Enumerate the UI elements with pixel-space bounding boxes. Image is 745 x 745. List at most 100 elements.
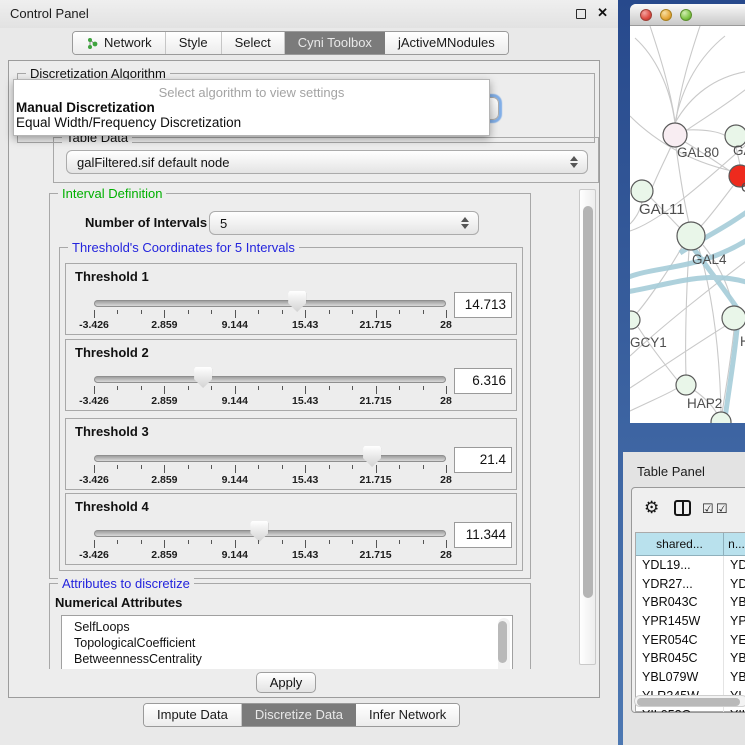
minimize-traffic-light-icon[interactable] (660, 9, 672, 21)
float-window-icon[interactable] (576, 9, 586, 19)
checkbox-icon[interactable]: ☑ (716, 501, 727, 517)
tick-label: 28 (440, 319, 452, 331)
tick-mark (446, 386, 447, 394)
split-columns-icon[interactable] (674, 500, 691, 516)
column-header[interactable]: n... (724, 533, 745, 555)
tick-mark (258, 465, 259, 469)
table-horizontal-scrollbar[interactable] (634, 695, 745, 707)
tick-mark (352, 540, 353, 544)
table-data-group: Table Data galFiltered.sif default node (53, 137, 599, 183)
tab-infer-network[interactable]: Infer Network (356, 704, 459, 726)
network-node[interactable] (631, 180, 653, 202)
screen: Control Panel ✕ NetworkStyle Select Cyni T… (0, 0, 745, 745)
attributes-listbox[interactable]: SelfLoopsTopologicalCoefficientBetweenne… (61, 615, 513, 669)
dropdown-prompt: Select algorithm to view settings (14, 85, 489, 100)
table-row[interactable]: YPR145WYPR1 (636, 612, 745, 631)
tick-mark (352, 310, 353, 314)
tick-label: 28 (440, 549, 452, 561)
slider-ticks (94, 310, 446, 319)
slider-handle[interactable] (250, 521, 268, 542)
slider-handle[interactable] (288, 291, 306, 312)
attribute-list-item[interactable]: TopologicalCoefficient (62, 635, 512, 651)
tab-style[interactable]: Style (166, 32, 222, 54)
threshold-value-field[interactable]: 21.4 (454, 447, 512, 473)
slider-track[interactable] (94, 455, 446, 462)
slider-tick-labels: -3.4262.8599.14415.4321.71528 (94, 474, 446, 487)
tick-label: 28 (440, 395, 452, 407)
slider-track[interactable] (94, 376, 446, 383)
slider-handle[interactable] (363, 446, 381, 467)
tick-mark (329, 465, 330, 469)
network-node[interactable] (722, 306, 745, 330)
attribute-list-item[interactable]: SelfLoops (62, 619, 512, 635)
close-icon[interactable]: ✕ (597, 5, 608, 21)
listbox-scrollbar-thumb[interactable] (498, 621, 507, 663)
tick-mark (399, 540, 400, 544)
window-title: Control Panel (10, 6, 89, 21)
tab-impute-data[interactable]: Impute Data (144, 704, 242, 726)
tab-jactivemnodules[interactable]: jActiveMNodules (385, 32, 508, 54)
tick-mark (305, 310, 306, 318)
table-hscrollbar-thumb[interactable] (637, 698, 740, 706)
settings-scrollbar-thumb[interactable] (583, 206, 593, 598)
table-row[interactable]: YDR27...YDR2 (636, 575, 745, 594)
tab-cyni-toolbox[interactable]: Cyni Toolbox (285, 32, 385, 54)
threshold-value-field[interactable]: 6.316 (454, 368, 512, 394)
network-node[interactable] (663, 123, 687, 147)
table-data-combo[interactable]: galFiltered.sif default node (66, 150, 588, 174)
threshold-value-field[interactable]: 14.713 (454, 292, 512, 318)
tick-mark (117, 386, 118, 390)
dropdown-option[interactable]: Manual Discretization (14, 100, 489, 115)
apply-button[interactable]: Apply (256, 672, 316, 693)
network-window: GAL80GACGAL11GAL4GCY1HHAP2 (630, 4, 745, 423)
tab-network[interactable]: Network (73, 32, 166, 54)
table-row[interactable]: YER054CYER0 (636, 631, 745, 650)
slider-track[interactable] (94, 300, 446, 307)
close-traffic-light-icon[interactable] (640, 9, 652, 21)
tick-label: 9.144 (222, 319, 248, 331)
slider-track[interactable] (94, 530, 446, 537)
tick-label: 21.715 (360, 474, 392, 486)
table-cell: YBR043C (636, 593, 724, 612)
listbox-scrollbar[interactable] (498, 618, 510, 669)
tick-label: 21.715 (360, 395, 392, 407)
tab-discretize-data[interactable]: Discretize Data (242, 704, 356, 726)
num-intervals-combo[interactable]: 5 (209, 211, 479, 235)
network-canvas[interactable]: GAL80GACGAL11GAL4GCY1HHAP2 (630, 26, 745, 423)
tab-label: Impute Data (157, 704, 228, 726)
tick-mark (235, 386, 236, 394)
network-node[interactable] (630, 311, 640, 329)
network-node[interactable] (677, 222, 705, 250)
settings-vertical-scrollbar[interactable] (579, 189, 596, 665)
slider-tick-labels: -3.4262.8599.14415.4321.71528 (94, 319, 446, 332)
checkbox-icon[interactable]: ☑ (702, 501, 713, 517)
gear-icon[interactable]: ⚙ (644, 498, 659, 518)
desktop-background: GAL80GACGAL11GAL4GCY1HHAP2 Table Panel ⚙… (618, 0, 745, 745)
table-row[interactable]: YDL19...YDL1 (636, 556, 745, 575)
column-header[interactable]: shared... (636, 533, 724, 555)
table-cell: YPR145W (636, 612, 724, 631)
tick-mark (164, 310, 165, 318)
tab-label: Select (235, 32, 271, 54)
network-node[interactable] (676, 375, 696, 395)
slider-handle[interactable] (194, 367, 212, 388)
table-row[interactable]: YBR043CYBR0 (636, 593, 745, 612)
table-cell: YDL19... (636, 556, 724, 575)
table-row[interactable]: YBL079WYBL0 (636, 668, 745, 687)
dropdown-option[interactable]: Equal Width/Frequency Discretization (14, 115, 489, 130)
tab-select[interactable]: Select (222, 32, 285, 54)
tick-mark (305, 540, 306, 548)
threshold-value-field[interactable]: 11.344 (454, 522, 512, 548)
tick-label: 2.859 (151, 549, 177, 561)
table-toolbar: ⚙ ☑ ☑ (632, 488, 745, 532)
network-view[interactable]: GAL80GACGAL11GAL4GCY1HHAP2 (630, 26, 745, 423)
table-row[interactable]: YBR045CYBR0 (636, 649, 745, 668)
attribute-list-item[interactable]: BetweennessCentrality (62, 651, 512, 667)
table-cell: YBL0 (724, 668, 745, 687)
tick-mark (235, 310, 236, 318)
zoom-traffic-light-icon[interactable] (680, 9, 692, 21)
tick-label: 21.715 (360, 319, 392, 331)
node-label: C (741, 180, 745, 195)
tick-label: 2.859 (151, 319, 177, 331)
tick-mark (188, 386, 189, 390)
